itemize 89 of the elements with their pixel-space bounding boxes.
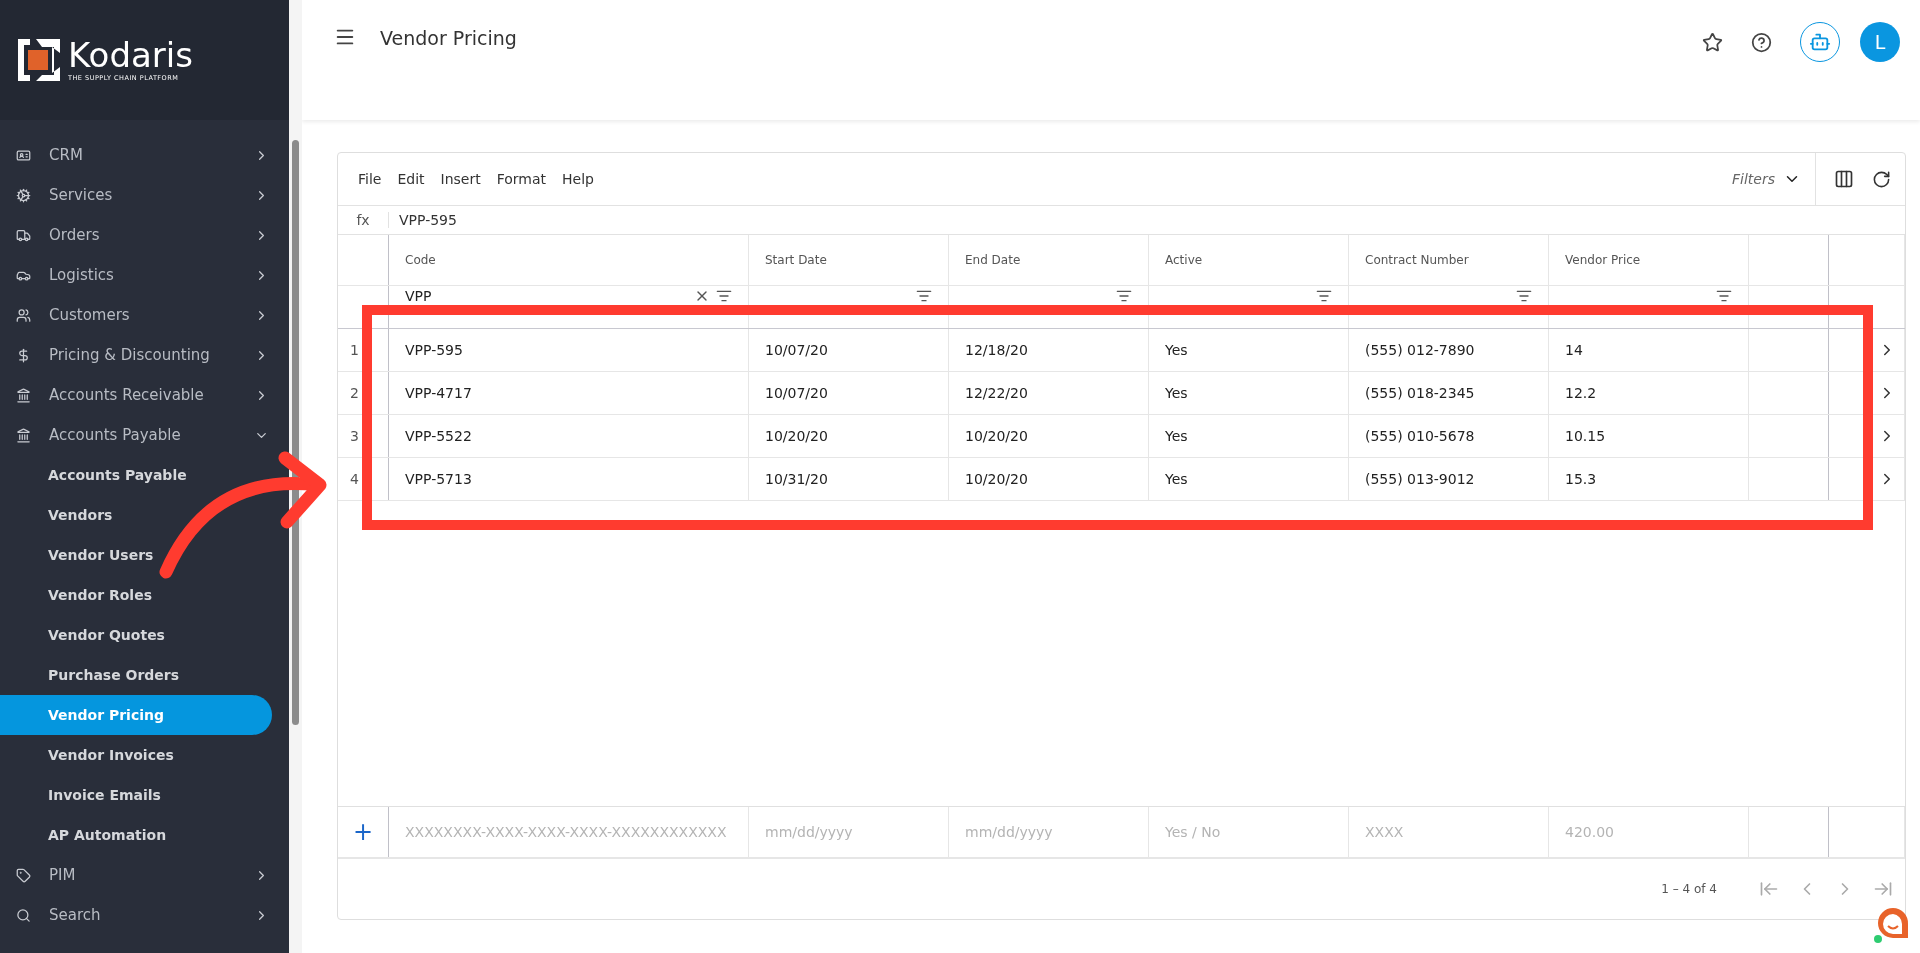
formula-value: VPP-595 [399,212,457,228]
id-card-icon [16,147,31,163]
sidebar-subitem[interactable]: AP Automation [0,815,289,855]
refresh-icon [1872,169,1891,189]
table-cell: VPP-4717 [389,372,749,414]
table-cell: Yes [1149,372,1349,414]
filter-icon[interactable] [1516,288,1532,304]
sidebar-item[interactable]: Services [0,175,289,215]
dollar-icon [16,347,31,363]
column-header[interactable]: Code [389,235,749,285]
menu-item[interactable]: Edit [389,171,433,187]
column-header[interactable]: End Date [949,235,1149,285]
formula-label: fx [338,212,389,228]
menu-item[interactable]: Help [554,171,602,187]
sidebar-item[interactable]: Customers [0,295,289,335]
filter-icon[interactable] [1116,288,1132,304]
sidebar-item[interactable]: CRM [0,135,289,175]
filters-dropdown[interactable]: Filters [1718,153,1816,205]
filter-icon[interactable] [1316,288,1332,304]
table-cell: (555) 010-5678 [1349,415,1549,457]
star-icon [1702,32,1723,53]
table-cell: 10/07/20 [749,372,949,414]
sidebar-subitem[interactable]: Vendor Invoices [0,735,289,775]
sidebar-subitem[interactable]: Vendor Users [0,535,289,575]
menu-item[interactable]: Insert [432,171,489,187]
table-cell: 14 [1549,329,1749,371]
row-number: 3 [350,428,359,444]
sidebar-item[interactable]: Logistics [0,255,289,295]
gear-icon [16,187,31,203]
table-cell: VPP-595 [389,329,749,371]
pagination-range: 1 – 4 of 4 [1661,882,1717,896]
column-header[interactable]: Active [1149,235,1349,285]
bank-icon [16,387,31,403]
add-row-button[interactable]: + [348,818,378,846]
table-cell: 15.3 [1549,458,1749,500]
table-cell: 12/18/20 [949,329,1149,371]
sidebar-subitem[interactable]: Vendors [0,495,289,535]
table-cell: (555) 012-7890 [1349,329,1549,371]
table-cell: 10/20/20 [949,458,1149,500]
table-cell: 10.15 [1549,415,1749,457]
table-cell: (555) 018-2345 [1349,372,1549,414]
sidebar-item[interactable]: Pricing & Discounting [0,335,289,375]
table-cell: Yes [1149,458,1349,500]
help-icon [1751,32,1772,53]
bank-icon [16,427,31,443]
row-number: 2 [350,385,359,401]
filter-icon[interactable] [716,288,732,304]
tag-icon [16,867,31,883]
search-icon [16,907,31,923]
table-cell: 12/22/20 [949,372,1149,414]
sidebar-item[interactable]: Accounts Receivable [0,375,289,415]
table-cell: 10/31/20 [749,458,949,500]
sidebar-subitem[interactable]: Accounts Payable [0,455,289,495]
menu-item[interactable]: Format [488,171,555,187]
row-number: 1 [350,342,359,358]
column-header[interactable]: Contract Number [1349,235,1549,285]
scrollbar-thumb[interactable] [292,140,299,725]
filter-icon[interactable] [916,288,932,304]
table-cell: 12.2 [1549,372,1749,414]
sidebar-subitem[interactable]: Vendor Quotes [0,615,289,655]
table-cell: VPP-5713 [389,458,749,500]
column-header[interactable]: Start Date [749,235,949,285]
table-cell: (555) 013-9012 [1349,458,1549,500]
filter-icon[interactable] [1716,288,1732,304]
table-cell: Yes [1149,329,1349,371]
columns-icon [1834,169,1854,189]
table-cell: Yes [1149,415,1349,457]
sidebar-subitem[interactable]: Invoice Emails [0,775,289,815]
table-cell: 10/07/20 [749,329,949,371]
table-cell: 10/20/20 [949,415,1149,457]
sidebar-subitem[interactable]: Purchase Orders [0,655,289,695]
truck-icon [16,227,31,243]
menu-item[interactable]: File [350,171,390,187]
logo-name: Kodaris [68,38,193,72]
column-header[interactable]: Vendor Price [1549,235,1749,285]
robot-button[interactable] [1800,22,1840,62]
row-number: 4 [350,471,359,487]
table-cell: VPP-5522 [389,415,749,457]
logo-icon [18,39,60,81]
sidebar-item[interactable]: Accounts Payable [0,415,289,455]
filter-value: VPP [405,288,432,304]
sidebar-subitem[interactable]: Vendor Roles [0,575,289,615]
page-title: Vendor Pricing [380,27,518,49]
sidebar-item[interactable]: PIM [0,855,289,895]
people-icon [16,307,31,323]
sidebar-item[interactable]: Search [0,895,289,935]
robot-icon [1809,31,1831,53]
sidebar-item[interactable]: Orders [0,215,289,255]
table-cell: 10/20/20 [749,415,949,457]
